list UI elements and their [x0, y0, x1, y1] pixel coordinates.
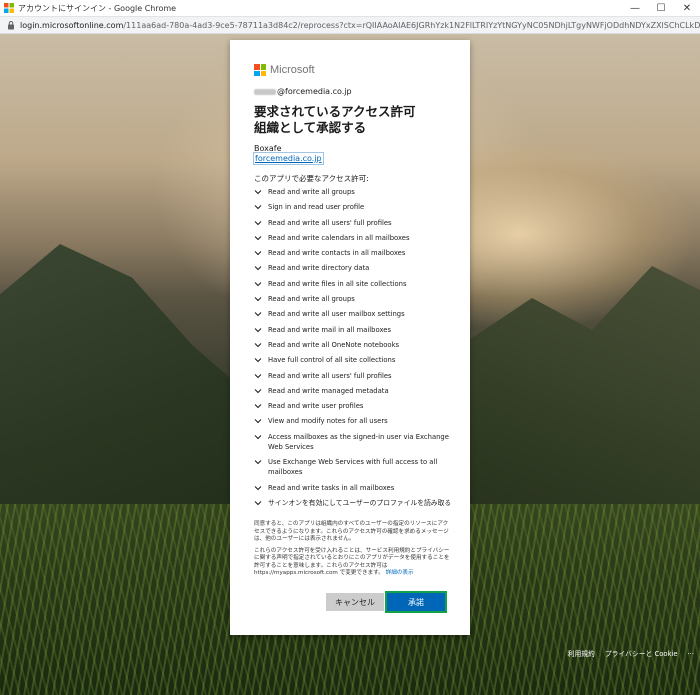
chevron-down-icon[interactable] — [254, 294, 268, 304]
cancel-button[interactable]: キャンセル — [326, 593, 384, 611]
account-identifier: @forcemedia.co.jp — [254, 87, 352, 96]
chevron-down-icon[interactable] — [254, 371, 268, 381]
permission-item[interactable]: Read and write managed metadata — [254, 386, 454, 401]
microsoft-favicon-icon — [4, 3, 14, 13]
close-button[interactable]: ✕ — [674, 0, 700, 16]
permission-item[interactable]: Read and write all groups — [254, 187, 454, 202]
permission-label: Read and write mail in all mailboxes — [268, 325, 391, 334]
window-titlebar: アカウントにサインイン - Google Chrome — ☐ ✕ — [0, 0, 700, 17]
chevron-down-icon[interactable] — [254, 218, 268, 228]
permission-label: Read and write tasks in all mailboxes — [268, 483, 395, 492]
permission-item[interactable]: Read and write files in all site collect… — [254, 279, 454, 294]
maximize-button[interactable]: ☐ — [648, 0, 674, 16]
permission-label: Read and write all OneNote notebooks — [268, 340, 400, 349]
chevron-down-icon[interactable] — [254, 498, 268, 508]
lock-icon — [6, 20, 16, 30]
details-link[interactable]: 詳細の表示 — [386, 570, 414, 576]
chevron-down-icon[interactable] — [254, 187, 268, 197]
consent-notice-terms: これらのアクセス許可を受け入れることは、サービス利用規約とプライバシーに関する声… — [254, 547, 450, 577]
accept-button[interactable]: 承諾 — [385, 591, 447, 613]
page-title-line2: 組織として承認する — [254, 120, 367, 135]
chevron-down-icon[interactable] — [254, 483, 268, 493]
terms-link[interactable]: 利用規約 — [568, 648, 595, 658]
permission-item[interactable]: Read and write contacts in all mailboxes — [254, 248, 454, 263]
chevron-down-icon[interactable] — [254, 325, 268, 335]
permission-label: Read and write contacts in all mailboxes — [268, 249, 406, 258]
more-options-link[interactable]: ... — [688, 648, 694, 658]
permission-label: Sign in and read user profile — [268, 203, 365, 212]
minimize-button[interactable]: — — [622, 0, 648, 16]
consent-card: Microsoft @forcemedia.co.jp 要求されているアクセス許… — [230, 40, 470, 635]
permission-label: Read and write user profiles — [268, 402, 364, 411]
chevron-down-icon[interactable] — [254, 309, 268, 319]
permission-item[interactable]: Read and write user profiles — [254, 401, 454, 416]
permission-label: Read and write directory data — [268, 264, 370, 273]
permission-item[interactable]: Read and write mail in all mailboxes — [254, 325, 454, 340]
permission-item[interactable]: Access mailboxes as the signed-in user v… — [254, 432, 454, 458]
page-title: 要求されているアクセス許可 組織として承認する — [254, 104, 454, 136]
permission-label: Read and write all users' full profiles — [268, 218, 392, 227]
permissions-intro: このアプリで必要なアクセス許可: — [254, 174, 369, 183]
chevron-down-icon[interactable] — [254, 233, 268, 243]
permission-label: View and modify notes for all users — [268, 417, 388, 426]
permission-item[interactable]: Read and write calendars in all mailboxe… — [254, 233, 454, 248]
microsoft-logo: Microsoft — [254, 64, 315, 76]
permission-item[interactable]: View and modify notes for all users — [254, 416, 454, 431]
permission-label: Access mailboxes as the signed-in user v… — [268, 432, 449, 451]
brand-name: Microsoft — [270, 64, 315, 76]
url-path: /111aa6ad-780a-4ad3-9ce5-78711a3d84c2/re… — [123, 20, 700, 30]
window-title: アカウントにサインイン - Google Chrome — [18, 3, 177, 13]
chevron-down-icon[interactable] — [254, 416, 268, 426]
chevron-down-icon[interactable] — [254, 340, 268, 350]
permission-item[interactable]: サインオンを有効にしてユーザーのプロファイルを読み取る — [254, 498, 454, 513]
chevron-down-icon[interactable] — [254, 263, 268, 273]
permission-item[interactable]: Read and write all users' full profiles — [254, 371, 454, 386]
app-publisher-link[interactable]: forcemedia.co.jp — [253, 152, 324, 165]
permission-item[interactable]: Read and write all groups — [254, 294, 454, 309]
permission-label: Use Exchange Web Services with full acce… — [268, 458, 438, 477]
chevron-down-icon[interactable] — [254, 355, 268, 365]
redacted-username — [254, 88, 276, 95]
permission-label: サインオンを有効にしてユーザーのプロファイルを読み取る — [268, 499, 452, 508]
permissions-list: Read and write all groups Sign in and rea… — [254, 187, 454, 513]
page-title-line1: 要求されているアクセス許可 — [254, 104, 416, 119]
permission-item[interactable]: Sign in and read user profile — [254, 202, 454, 217]
account-domain: @forcemedia.co.jp — [277, 87, 352, 96]
permission-label: Read and write files in all site collect… — [268, 279, 407, 288]
url-text[interactable]: login.microsoftonline.com/111aa6ad-780a-… — [20, 21, 700, 30]
consent-notice: 同意すると、このアプリは組織内のすべてのユーザーの指定のリソースにアクセスできる… — [254, 521, 450, 582]
url-host: login.microsoftonline.com — [20, 20, 124, 30]
permission-label: Read and write managed metadata — [268, 386, 389, 395]
permission-label: Read and write all groups — [268, 295, 355, 304]
microsoft-logo-icon — [254, 64, 266, 76]
chevron-down-icon[interactable] — [254, 386, 268, 396]
permission-item[interactable]: Read and write directory data — [254, 263, 454, 278]
chevron-down-icon[interactable] — [254, 401, 268, 411]
permission-item[interactable]: Read and write tasks in all mailboxes — [254, 483, 454, 498]
permission-label: Read and write calendars in all mailboxe… — [268, 233, 410, 242]
permission-item[interactable]: Use Exchange Web Services with full acce… — [254, 457, 454, 483]
permission-item[interactable]: Read and write all OneNote notebooks — [254, 340, 454, 355]
permission-label: Have full control of all site collection… — [268, 356, 396, 365]
privacy-link[interactable]: プライバシーと Cookie — [605, 648, 678, 658]
permission-label: Read and write all groups — [268, 188, 355, 196]
permission-label: Read and write all user mailbox settings — [268, 310, 405, 319]
consent-notice-org: 同意すると、このアプリは組織内のすべてのユーザーの指定のリソースにアクセスできる… — [254, 521, 449, 542]
chevron-down-icon[interactable] — [254, 457, 268, 467]
chevron-down-icon[interactable] — [254, 432, 268, 442]
address-bar[interactable]: login.microsoftonline.com/111aa6ad-780a-… — [0, 17, 700, 34]
chevron-down-icon[interactable] — [254, 202, 268, 212]
permission-label: Read and write all users' full profiles — [268, 371, 392, 380]
chevron-down-icon[interactable] — [254, 279, 268, 289]
permission-item[interactable]: Have full control of all site collection… — [254, 355, 454, 370]
page-footer: 利用規約 プライバシーと Cookie ... — [568, 648, 694, 658]
permission-item[interactable]: Read and write all users' full profiles — [254, 218, 454, 233]
chevron-down-icon[interactable] — [254, 248, 268, 258]
permission-item[interactable]: Read and write all user mailbox settings — [254, 309, 454, 324]
